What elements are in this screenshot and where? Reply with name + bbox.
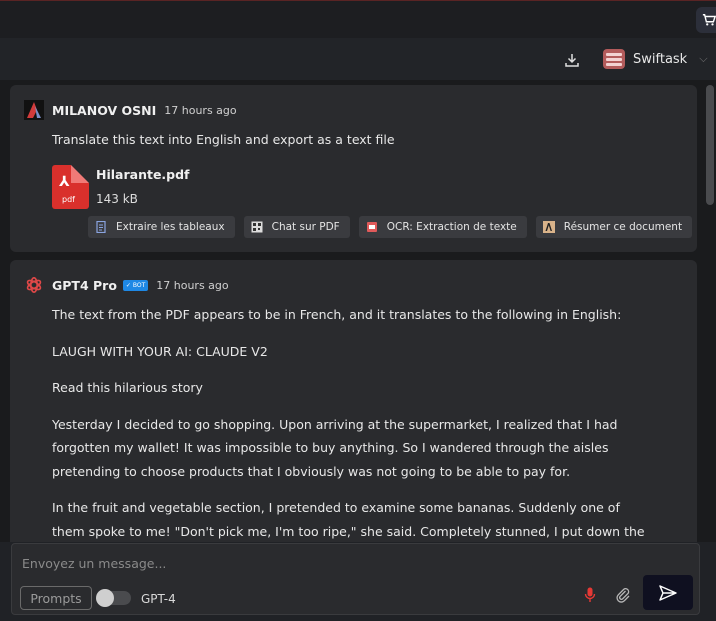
workspace-selector[interactable]: Swiftask ⌵ (603, 48, 708, 70)
ocr-extraction-button[interactable]: OCR: Extraction de texte (358, 216, 527, 238)
pdf-icon: ⅄ pdf (52, 165, 89, 209)
message-body: The text from the PDF appears to be in F… (52, 303, 652, 542)
cart-button[interactable] (696, 7, 716, 33)
document-icon (95, 221, 107, 233)
cart-icon (702, 14, 716, 26)
top-bar (0, 0, 716, 39)
file-size: 143 kB (96, 192, 138, 206)
message-paragraph: Yesterday I decided to go shopping. Upon… (52, 416, 618, 479)
microphone-button[interactable] (580, 584, 600, 606)
message-author: GPT4 Pro (52, 277, 117, 293)
toggle-knob (96, 589, 114, 607)
message-header: MILANOV OSNI 17 hours ago (24, 100, 237, 120)
message-card: MILANOV OSNI 17 hours ago Translate this… (10, 85, 697, 252)
anthropic-icon (542, 221, 555, 233)
scrollbar[interactable] (706, 85, 714, 205)
message-paragraph: The text from the PDF appears to be in F… (52, 307, 622, 322)
ocr-icon (366, 221, 378, 233)
pdf-icon-label: pdf (62, 195, 75, 204)
action-label: Chat sur PDF (271, 221, 340, 233)
message-time: 17 hours ago (164, 103, 237, 117)
model-label: GPT-4 (141, 592, 176, 606)
qr-icon (251, 221, 263, 233)
action-label: Résumer ce document (563, 221, 683, 233)
summarize-document-button[interactable]: Résumer ce document (535, 216, 693, 238)
message-input[interactable] (20, 552, 564, 574)
message-paragraph: LAUGH WITH YOUR AI: CLAUDE V2 (52, 343, 268, 359)
prompts-button[interactable]: Prompts (20, 586, 92, 610)
extract-tables-button[interactable]: Extraire les tableaux (88, 216, 235, 238)
chat-pdf-button[interactable]: Chat sur PDF (243, 216, 350, 238)
download-button[interactable] (562, 50, 582, 70)
microphone-icon (584, 587, 596, 602)
send-icon (659, 584, 677, 601)
send-button[interactable] (643, 575, 693, 610)
message-card: GPT4 Pro ✓ BOT 17 hours ago The text fro… (10, 260, 697, 542)
avatar (24, 100, 44, 120)
action-label: Extraire les tableaux (116, 221, 225, 233)
user-avatar-icon (24, 100, 44, 120)
attach-button[interactable] (612, 584, 634, 606)
message-paragraph: Read this hilarious story (52, 380, 203, 395)
file-attachment[interactable]: ⅄ pdf Hilarante.pdf 143 kB (52, 165, 190, 209)
model-toggle[interactable] (96, 589, 131, 607)
message-time: 17 hours ago (156, 278, 229, 292)
bot-badge-label: BOT (132, 281, 146, 289)
file-actions: Extraire les tableaux Chat sur PDF OCR: … (88, 216, 693, 238)
message-composer: Prompts GPT-4 (11, 543, 700, 615)
message-author: MILANOV OSNI (52, 102, 157, 118)
avatar (24, 275, 44, 295)
openai-icon (26, 276, 42, 294)
message-text: Translate this text into English and exp… (52, 132, 395, 147)
message-feed: MILANOV OSNI 17 hours ago Translate this… (0, 80, 716, 542)
message-header: GPT4 Pro ✓ BOT 17 hours ago (24, 275, 229, 295)
action-label: OCR: Extraction de texte (386, 221, 517, 233)
file-name: Hilarante.pdf (96, 167, 190, 182)
bot-badge: ✓ BOT (122, 279, 149, 291)
message-paragraph: In the fruit and vegetable section, I pr… (52, 500, 645, 539)
conversation-toolbar: Swiftask ⌵ (0, 38, 716, 80)
download-icon (565, 54, 579, 67)
workspace-name: Swiftask (633, 51, 688, 67)
workspace-logo (603, 49, 625, 69)
paperclip-icon (616, 588, 630, 603)
chevron-down-icon: ⌵ (699, 52, 708, 65)
